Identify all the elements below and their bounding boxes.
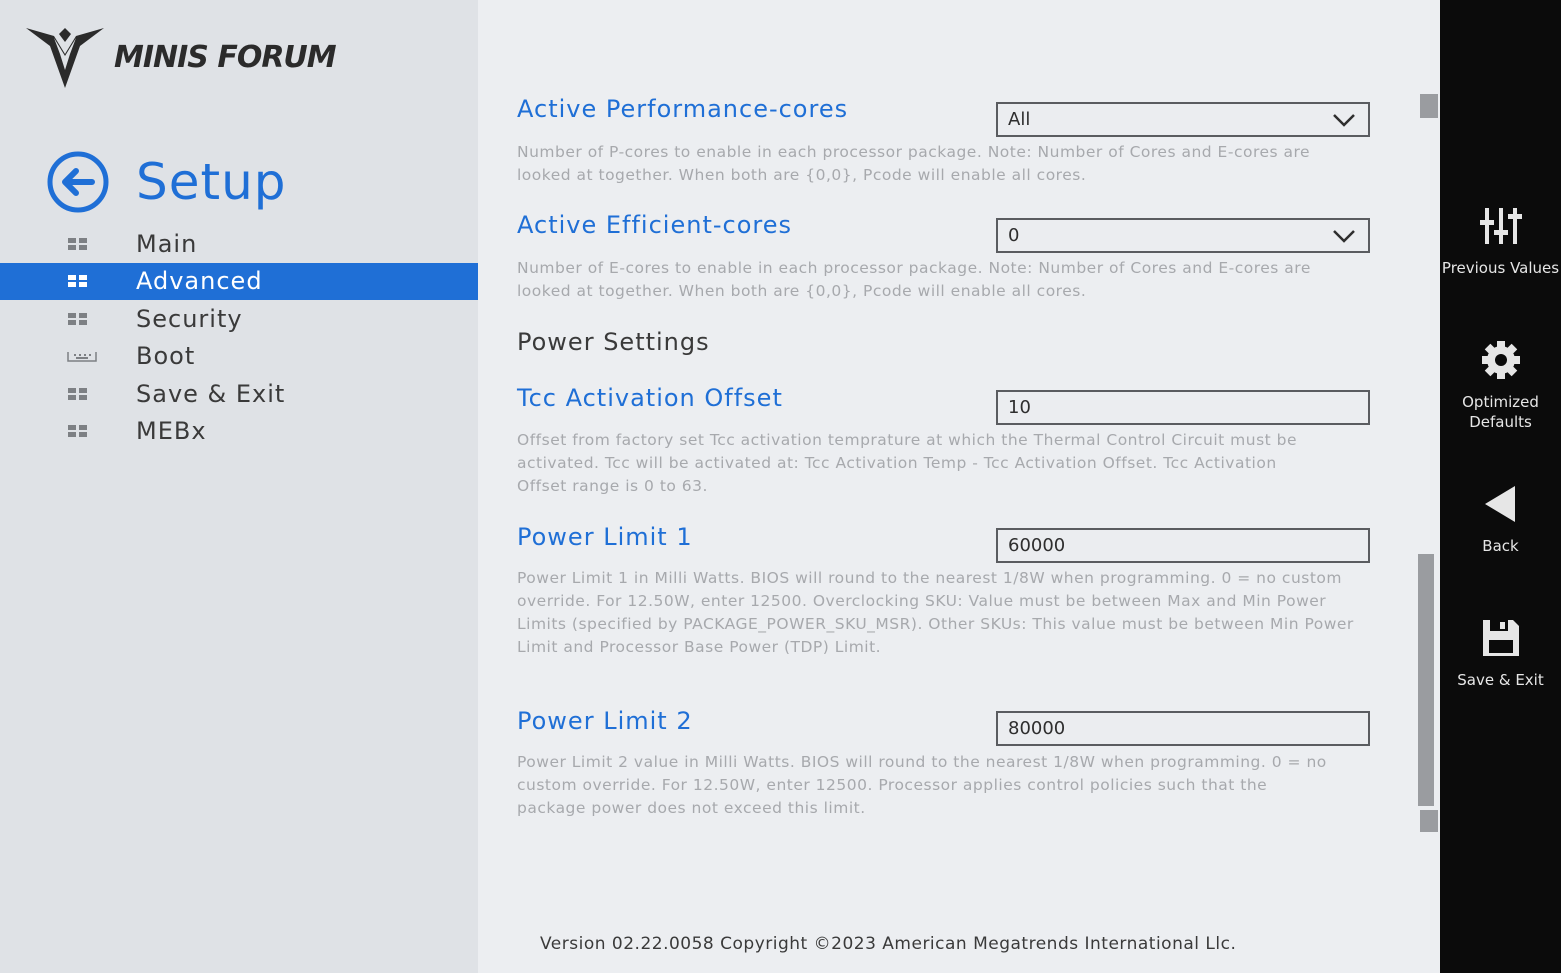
p-cores-label[interactable]: Active Performance-cores <box>517 95 848 123</box>
grid-icon <box>68 312 87 325</box>
back-button[interactable]: Back <box>1440 484 1561 556</box>
brand-name: MINIS FORUM <box>114 39 337 75</box>
sidebar-item-boot[interactable]: Boot <box>0 338 478 376</box>
scrollbar-thumb[interactable] <box>1418 554 1434 806</box>
p-cores-value: All <box>1008 109 1031 130</box>
sidebar-item-label: Main <box>136 229 198 258</box>
e-cores-value: 0 <box>1008 225 1020 246</box>
grid-icon <box>68 275 87 288</box>
tcc-offset-label[interactable]: Tcc Activation Offset <box>517 384 783 412</box>
sidebar-item-label: Boot <box>136 342 196 371</box>
sidebar: MINIS FORUM Setup Main Advanced Security… <box>0 0 478 973</box>
minisforum-logo-icon <box>26 28 104 88</box>
version-footer: Version 02.22.0058 Copyright ©2023 Ameri… <box>540 934 1237 954</box>
power-limit-1-label[interactable]: Power Limit 1 <box>517 523 693 551</box>
grid-icon <box>68 387 87 400</box>
tcc-offset-value: 10 <box>1008 397 1031 418</box>
scrollbar[interactable] <box>1418 92 1438 834</box>
sidebar-nav: Main Advanced Security Boot Save & Exit … <box>0 225 478 450</box>
sidebar-item-save-exit[interactable]: Save & Exit <box>0 375 478 413</box>
optimized-defaults-button[interactable]: Optimized Defaults <box>1440 340 1561 432</box>
power-limit-1-input[interactable]: 60000 <box>996 528 1370 563</box>
sidebar-item-advanced[interactable]: Advanced <box>0 262 478 300</box>
power-limit-2-value: 80000 <box>1008 718 1066 739</box>
e-cores-dropdown[interactable]: 0 <box>996 218 1370 253</box>
power-limit-2-label[interactable]: Power Limit 2 <box>517 707 693 735</box>
sidebar-item-mebx[interactable]: MEBx <box>0 413 478 451</box>
previous-values-label: Previous Values <box>1441 259 1560 277</box>
save-exit-button[interactable]: Save & Exit <box>1440 618 1561 690</box>
settings-panel: Active Performance-cores All Number of P… <box>478 0 1448 973</box>
back-label: Back <box>1482 537 1519 555</box>
page-title: Setup <box>136 153 287 211</box>
sidebar-item-label: MEBx <box>136 417 207 446</box>
back-triangle-icon <box>1484 486 1515 522</box>
p-cores-help: Number of P-cores to enable in each proc… <box>517 143 1311 184</box>
tcc-offset-input[interactable]: 10 <box>996 390 1370 425</box>
optimized-defaults-label: Optimized Defaults <box>1462 393 1539 431</box>
floppy-disk-icon <box>1482 620 1519 656</box>
scroll-down-marker[interactable] <box>1420 810 1438 832</box>
sidebar-item-label: Security <box>136 304 243 333</box>
scroll-up-marker[interactable] <box>1420 94 1438 118</box>
sidebar-item-main[interactable]: Main <box>0 225 478 263</box>
grid-icon <box>68 237 87 250</box>
previous-values-button[interactable]: Previous Values <box>1440 206 1561 278</box>
power-limit-2-input[interactable]: 80000 <box>996 711 1370 746</box>
tcc-offset-help: Offset from factory set Tcc activation t… <box>517 431 1298 495</box>
sidebar-item-label: Save & Exit <box>136 379 286 408</box>
sliders-icon <box>1479 208 1522 244</box>
chevron-down-icon <box>1333 114 1355 127</box>
chevron-down-icon <box>1333 230 1355 243</box>
sidebar-item-security[interactable]: Security <box>0 300 478 338</box>
e-cores-label[interactable]: Active Efficient-cores <box>517 211 792 239</box>
save-exit-label: Save & Exit <box>1457 671 1544 689</box>
action-panel: Previous Values Optimized Defaults Back <box>1440 0 1561 973</box>
keyboard-icon <box>67 352 97 362</box>
power-limit-1-value: 60000 <box>1008 535 1066 556</box>
power-limit-2-help: Power Limit 2 value in Milli Watts. BIOS… <box>517 753 1327 817</box>
e-cores-help: Number of E-cores to enable in each proc… <box>517 259 1311 300</box>
grid-icon <box>68 425 87 438</box>
brand-logo: MINIS FORUM <box>24 24 364 90</box>
power-limit-1-help: Power Limit 1 in Milli Watts. BIOS will … <box>517 569 1354 656</box>
sidebar-item-label: Advanced <box>136 267 263 296</box>
p-cores-dropdown[interactable]: All <box>996 102 1370 137</box>
gear-icon <box>1481 341 1520 379</box>
back-arrow-icon[interactable] <box>46 150 110 214</box>
power-settings-heading: Power Settings <box>517 328 710 356</box>
